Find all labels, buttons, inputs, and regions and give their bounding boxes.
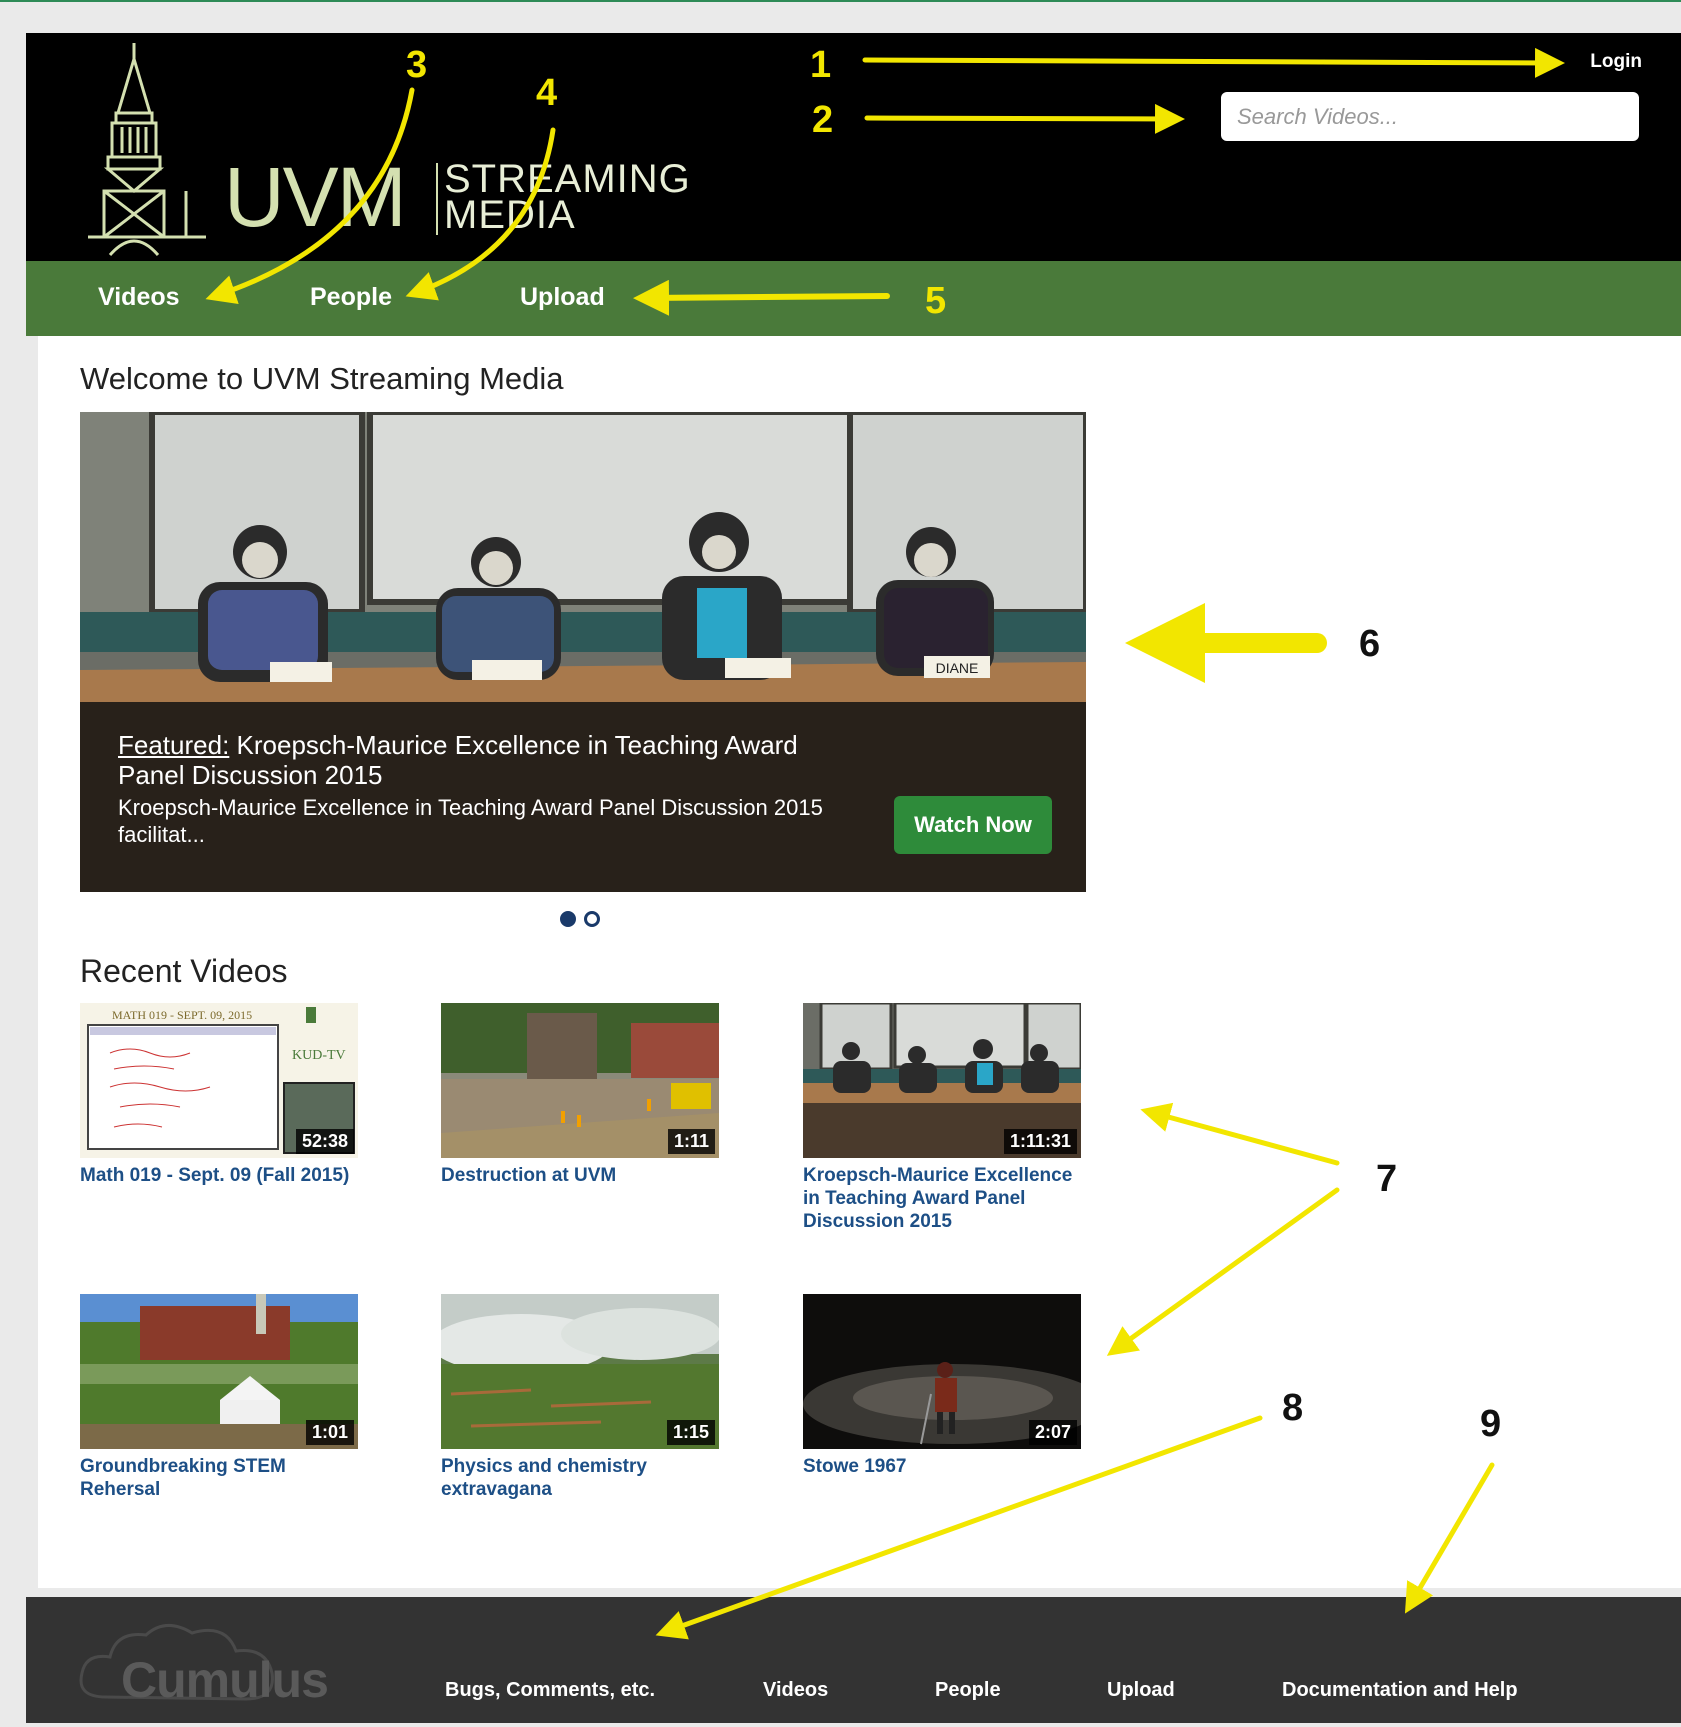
video-duration: 52:38 [295,1129,354,1154]
footer-link-upload[interactable]: Upload [1107,1679,1175,1702]
annotation-7: 7 [1376,1158,1398,1200]
video-tile[interactable]: 1:15 Physics and chemistry extravagana [441,1294,719,1501]
site-footer: Cumulus Bugs, Comments, etc. Videos Peop… [26,1597,1681,1723]
video-title[interactable]: Groundbreaking STEM Rehersal [80,1455,358,1501]
footer-link-documentation[interactable]: Documentation and Help [1282,1679,1518,1702]
nav-people[interactable]: People [310,283,392,312]
annotation-4: 4 [536,72,558,114]
cumulus-logo[interactable]: Cumulus [76,1624,336,1727]
video-tile[interactable]: MATH 019 - SEPT. 09, 2015 KUD-TV 52:38 M… [80,1003,358,1187]
video-tile[interactable]: 1:11:31 Kroepsch-Maurice Excellence in T… [803,1003,1081,1233]
featured-label: Featured: [118,730,230,760]
video-duration: 1:15 [666,1420,715,1445]
annotation-5: 5 [925,280,947,322]
nav-upload[interactable]: Upload [520,283,605,312]
video-title[interactable]: Destruction at UVM [441,1164,719,1187]
recent-videos-heading: Recent Videos [80,953,288,989]
footer-link-people[interactable]: People [935,1679,1001,1702]
logo-media-text: MEDIA [444,193,576,237]
featured-title[interactable]: Featured: Kroepsch-Maurice Excellence in… [118,730,838,790]
top-border [0,0,1681,2]
annotation-6: 6 [1359,623,1381,665]
annotation-1: 1 [810,44,832,86]
video-thumbnail[interactable]: 1:11:31 [803,1003,1081,1158]
thumb-text: MATH 019 - SEPT. 09, 2015 [112,1008,252,1022]
video-tile[interactable]: 1:11 Destruction at UVM [441,1003,719,1187]
video-title[interactable]: Math 019 - Sept. 09 (Fall 2015) [80,1164,358,1187]
carousel-dots [560,911,604,933]
nameplate-label: DIANE [936,660,979,676]
video-tile[interactable]: 1:01 Groundbreaking STEM Rehersal [80,1294,358,1501]
page: UVM STREAMING MEDIA Login Videos People … [26,33,1681,1723]
video-duration: 1:11:31 [1003,1129,1077,1154]
video-thumbnail[interactable]: 1:11 [441,1003,719,1158]
video-tile[interactable]: 2:07 Stowe 1967 [803,1294,1081,1478]
featured-description: Kroepsch-Maurice Excellence in Teaching … [118,795,823,847]
video-thumbnail[interactable]: 1:01 [80,1294,358,1449]
welcome-heading: Welcome to UVM Streaming Media [80,361,564,396]
video-title[interactable]: Physics and chemistry extravagana [441,1455,719,1501]
site-header: UVM STREAMING MEDIA Login [26,33,1681,261]
nav-videos[interactable]: Videos [98,283,180,312]
main-nav: Videos People Upload [26,261,1681,336]
footer-link-videos[interactable]: Videos [763,1679,828,1702]
carousel-dot-1[interactable] [560,911,576,927]
logo-uvm-text: UVM [224,150,407,244]
footer-link-bugs[interactable]: Bugs, Comments, etc. [445,1679,655,1702]
video-title[interactable]: Kroepsch-Maurice Excellence in Teaching … [803,1164,1081,1233]
video-title[interactable]: Stowe 1967 [803,1455,1081,1478]
annotation-8: 8 [1282,1387,1304,1429]
uvm-streaming-media-logo[interactable]: UVM STREAMING MEDIA [86,41,690,261]
annotation-3: 3 [406,44,428,86]
cumulus-logo-text: Cumulus [121,1652,329,1708]
video-thumbnail[interactable]: 2:07 [803,1294,1081,1449]
search-input[interactable] [1221,92,1639,141]
annotation-9: 9 [1480,1403,1502,1445]
carousel-dot-2[interactable] [584,911,601,927]
featured-carousel[interactable]: DIANE Featured: Kroepsch-Maurice Excelle… [80,412,1086,892]
login-link[interactable]: Login [1590,51,1642,73]
video-duration: 1:11 [667,1129,715,1154]
video-thumbnail[interactable]: MATH 019 - SEPT. 09, 2015 KUD-TV 52:38 [80,1003,358,1158]
thumb-badge: KUD-TV [292,1048,346,1063]
video-duration: 1:01 [305,1420,354,1445]
bell-tower-icon [88,43,206,256]
annotation-2: 2 [812,99,834,141]
main-content: Welcome to UVM Streaming Media DIANE Fea… [38,336,1681,1588]
logo-divider [436,163,438,235]
watch-now-button[interactable]: Watch Now [894,796,1052,854]
video-duration: 2:07 [1028,1420,1077,1445]
video-thumbnail[interactable]: 1:15 [441,1294,719,1449]
